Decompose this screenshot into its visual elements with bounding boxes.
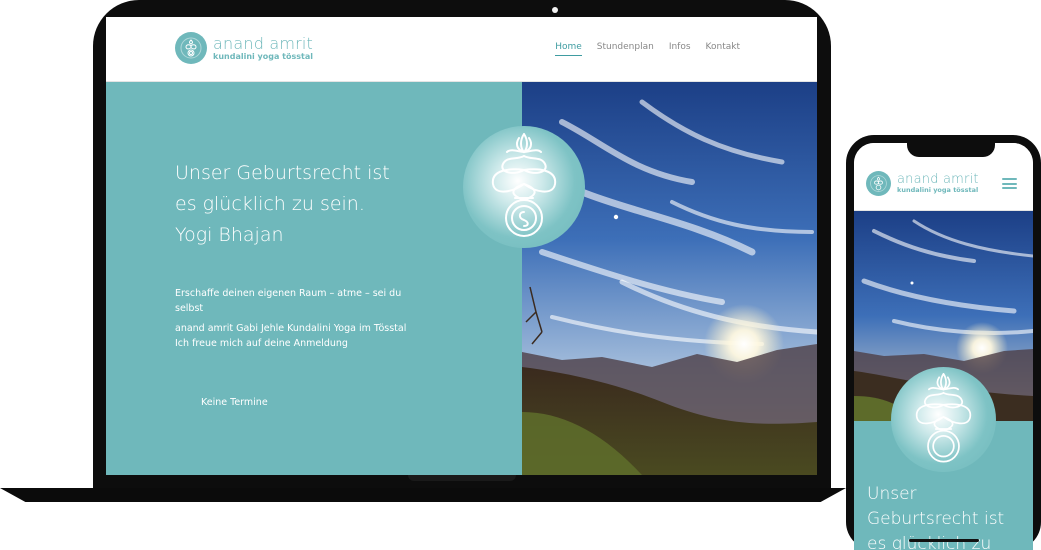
- yantra-emblem-icon: [175, 32, 207, 64]
- logo-tagline: kundalini yoga tösstal: [213, 51, 313, 61]
- hero-quote-line: Geburtsrecht ist: [867, 509, 1005, 529]
- hero-panel: Unser Geburtsrecht ist es glücklich zu s…: [106, 82, 522, 475]
- phone-screen: anand amrit kundalini yoga tösstal Unser…: [854, 143, 1033, 550]
- hamburger-menu-icon[interactable]: [1002, 178, 1017, 189]
- camera-icon: [552, 7, 558, 13]
- site-header: anand amrit kundalini yoga tösstal Home …: [106, 17, 817, 82]
- site-logo[interactable]: anand amrit kundalini yoga tösstal: [175, 32, 313, 64]
- hero-intro: Erschaffe deinen eigenen Raum – atme – s…: [175, 286, 415, 356]
- intro-paragraph: Erschaffe deinen eigenen Raum – atme – s…: [175, 286, 415, 316]
- yantra-emblem-icon: [891, 367, 996, 472]
- hero-quote-line: es glücklich zu sein.: [175, 193, 365, 215]
- hero-quote-author: Yogi Bhajan: [175, 224, 284, 246]
- laptop-screen: anand amrit kundalini yoga tösstal Home …: [106, 17, 817, 475]
- phone-notch: [907, 143, 995, 157]
- nav-infos[interactable]: Infos: [669, 42, 691, 56]
- hero-quote-line: Unser: [867, 484, 917, 504]
- intro-line: selbst: [175, 303, 204, 314]
- laptop-base: [0, 488, 846, 502]
- events-status: Keine Termine: [201, 397, 268, 408]
- nav-kontakt[interactable]: Kontakt: [706, 42, 740, 56]
- nav-home[interactable]: Home: [555, 42, 582, 56]
- laptop-hinge-notch: [408, 475, 516, 481]
- intro-line: Ich freue mich auf deine Anmeldung: [175, 338, 348, 349]
- home-indicator: [909, 539, 979, 542]
- logo-name: anand amrit: [213, 33, 314, 53]
- mobile-logo[interactable]: anand amrit kundalini yoga tösstal: [866, 171, 979, 196]
- logo-tagline: kundalini yoga tösstal: [897, 186, 979, 194]
- main-nav: Home Stundenplan Infos Kontakt: [555, 42, 740, 56]
- yantra-emblem-icon: [463, 126, 585, 248]
- logo-name: anand amrit: [897, 172, 979, 187]
- yantra-emblem-icon: [866, 171, 891, 196]
- hero-quote: Unser Geburtsrecht ist es glücklich zu s…: [175, 158, 415, 251]
- nav-stundenplan[interactable]: Stundenplan: [597, 42, 654, 56]
- hero-quote-line: Unser Geburtsrecht ist: [175, 162, 390, 184]
- intro-paragraph: anand amrit Gabi Jehle Kundalini Yoga im…: [175, 321, 415, 351]
- phone-frame: anand amrit kundalini yoga tösstal Unser…: [846, 135, 1041, 550]
- intro-line: Erschaffe deinen eigenen Raum – atme – s…: [175, 288, 402, 299]
- intro-line: anand amrit Gabi Jehle Kundalini Yoga im…: [175, 323, 407, 334]
